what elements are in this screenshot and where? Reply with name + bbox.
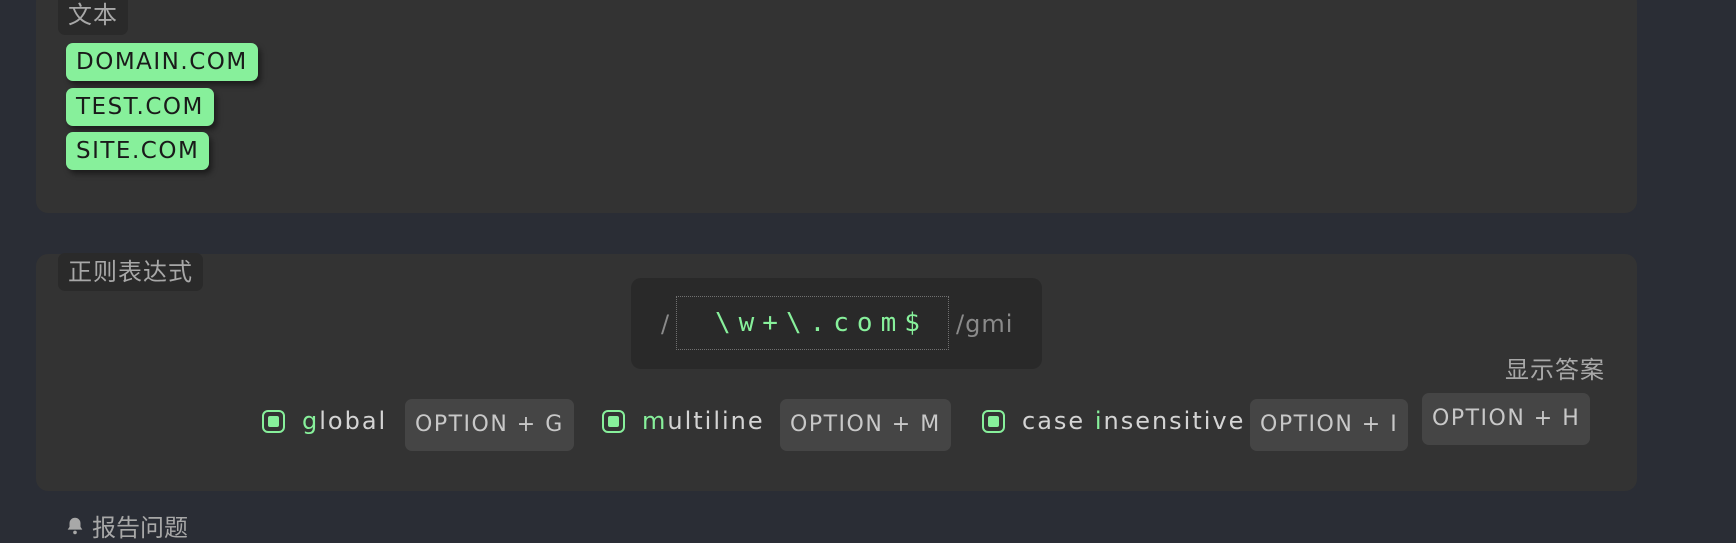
show-answer-link[interactable]: 显示答案 bbox=[1505, 350, 1605, 385]
checkbox-checked-icon[interactable] bbox=[982, 409, 1005, 433]
match-item: SITE.COM bbox=[66, 132, 210, 170]
flag-multiline-label: multiline bbox=[642, 407, 765, 435]
flag-global-label: global bbox=[302, 407, 388, 435]
text-panel-label: 文本 bbox=[58, 0, 128, 35]
bell-icon bbox=[67, 517, 83, 534]
regex-editor: / /gmi bbox=[631, 278, 1042, 369]
flag-case-insensitive-toggle[interactable]: case insensitive bbox=[982, 402, 1245, 440]
match-item: TEST.COM bbox=[66, 88, 214, 126]
flag-case-insensitive-label: case insensitive bbox=[1022, 407, 1246, 435]
flag-global-toggle[interactable]: global bbox=[262, 402, 387, 440]
regex-input[interactable] bbox=[676, 296, 949, 350]
flag-multiline-toggle[interactable]: multiline bbox=[602, 402, 765, 440]
regex-panel: 正则表达式 / /gmi 显示答案 global OPTION + G mult… bbox=[36, 253, 1637, 491]
shortcut-global-badge: OPTION + G bbox=[405, 399, 574, 451]
regex-panel-label: 正则表达式 bbox=[58, 253, 203, 291]
checkbox-checked-icon[interactable] bbox=[262, 409, 285, 433]
shortcut-multiline-badge: OPTION + M bbox=[780, 399, 951, 451]
regex-open-slash: / bbox=[661, 310, 670, 338]
checkbox-checked-icon[interactable] bbox=[602, 409, 625, 433]
regex-flags-suffix: /gmi bbox=[956, 310, 1014, 338]
text-panel: 文本 DOMAIN.COM TEST.COM SITE.COM bbox=[36, 0, 1637, 213]
shortcut-hint-badge: OPTION + H bbox=[1422, 393, 1591, 445]
match-item: DOMAIN.COM bbox=[66, 43, 258, 81]
shortcut-case-insensitive-badge: OPTION + I bbox=[1250, 399, 1409, 451]
